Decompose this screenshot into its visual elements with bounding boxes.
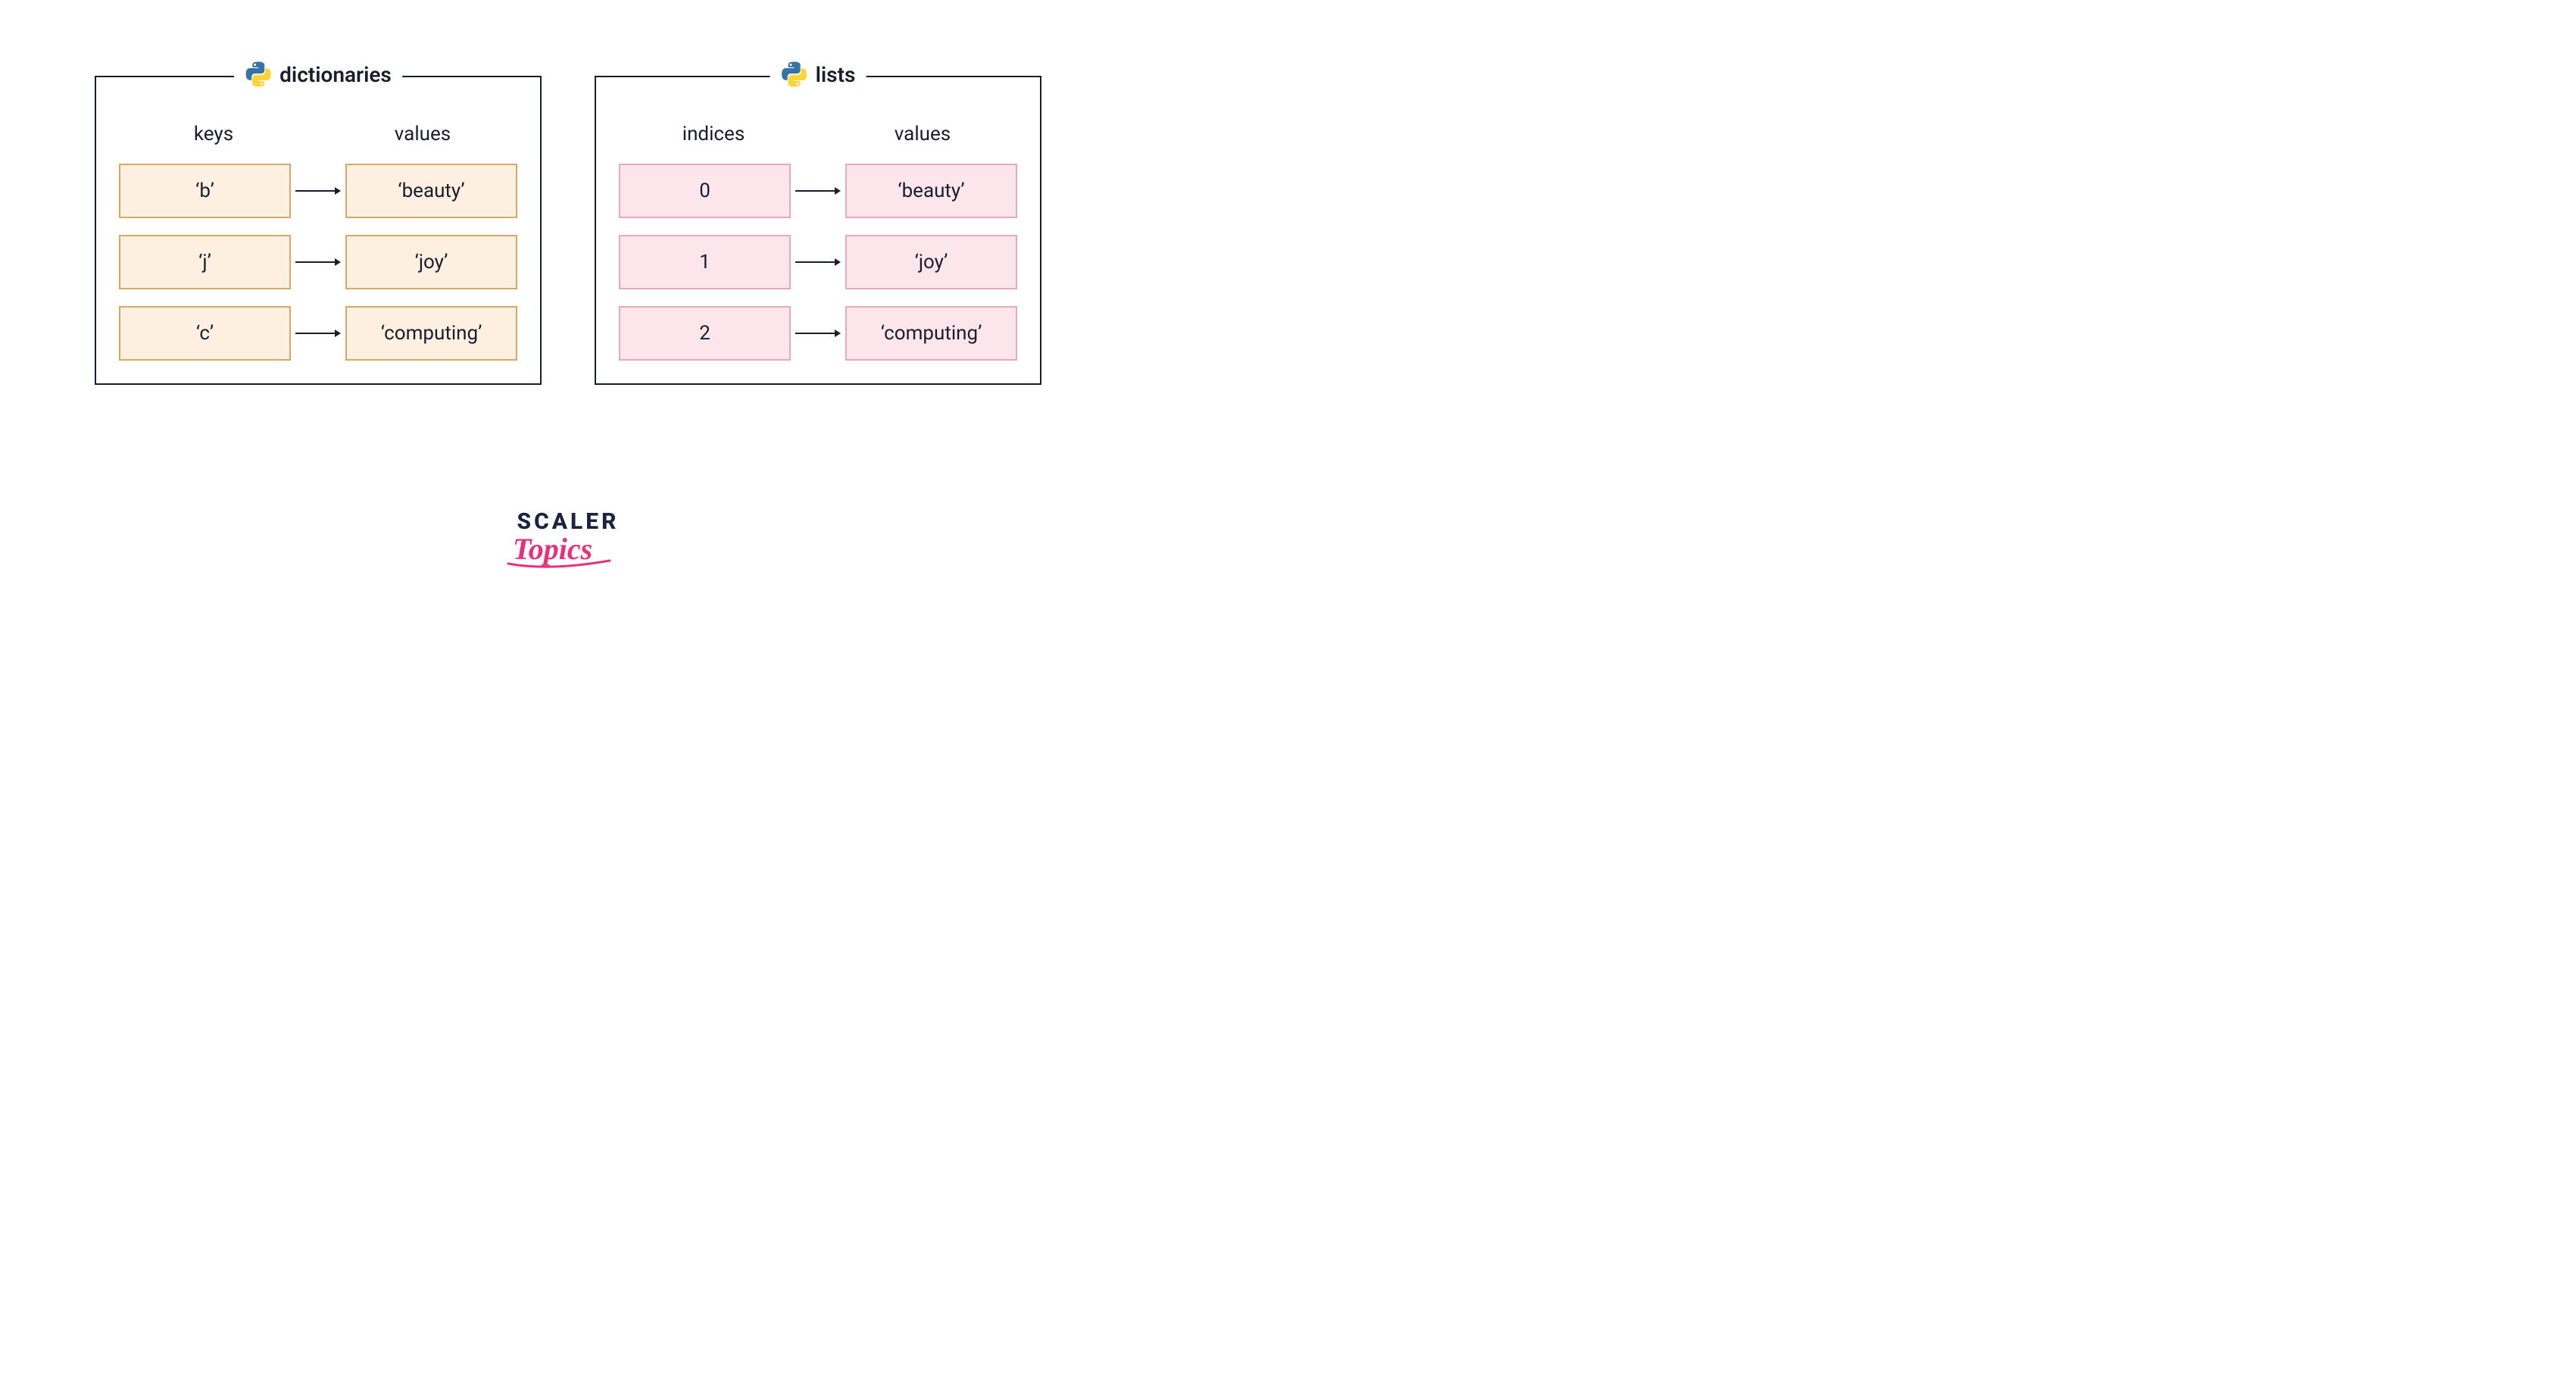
arrow-icon: [295, 190, 341, 192]
dict-key-cell: ‘j’: [119, 235, 291, 289]
dict-row: ‘j’ ‘joy’: [119, 235, 517, 289]
list-index-cell: 1: [619, 235, 791, 289]
logo-topics-text: Topics: [504, 530, 632, 572]
dict-value-cell: ‘computing’: [345, 306, 517, 361]
panel-legend-lists: lists: [770, 61, 866, 88]
python-logo-icon: [245, 61, 272, 88]
header-indices: indices: [626, 123, 801, 145]
arrow-icon: [295, 333, 341, 334]
list-value-cell: ‘computing’: [845, 306, 1017, 361]
arrow-icon: [795, 190, 841, 192]
list-value-cell: ‘joy’: [845, 235, 1017, 289]
header-keys: keys: [126, 123, 301, 145]
column-headers: indices values: [619, 123, 1017, 145]
scaler-topics-logo: SCALER Topics: [504, 508, 632, 572]
list-value-cell: ‘beauty’: [845, 164, 1017, 218]
arrow-icon: [295, 261, 341, 263]
panel-dictionaries: dictionaries keys values ‘b’ ‘beauty’ ‘j…: [95, 76, 542, 385]
panel-legend-dictionaries: dictionaries: [234, 61, 402, 88]
dict-key-cell: ‘b’: [119, 164, 291, 218]
header-values: values: [336, 123, 510, 145]
header-values: values: [835, 123, 1010, 145]
list-row: 2 ‘computing’: [619, 306, 1017, 361]
column-headers: keys values: [119, 123, 517, 145]
list-index-cell: 2: [619, 306, 791, 361]
panel-title: dictionaries: [279, 62, 392, 87]
diagram-panels: dictionaries keys values ‘b’ ‘beauty’ ‘j…: [0, 0, 1136, 415]
logo-scaler-text: SCALER: [504, 508, 632, 535]
dict-value-cell: ‘beauty’: [345, 164, 517, 218]
arrow-icon: [795, 333, 841, 334]
python-logo-icon: [781, 61, 808, 88]
dict-key-cell: ‘c’: [119, 306, 291, 361]
svg-text:Topics: Topics: [513, 532, 592, 566]
dict-value-cell: ‘joy’: [345, 235, 517, 289]
dict-row: ‘c’ ‘computing’: [119, 306, 517, 361]
list-row: 0 ‘beauty’: [619, 164, 1017, 218]
panel-lists: lists indices values 0 ‘beauty’ 1 ‘joy’ …: [595, 76, 1041, 385]
list-index-cell: 0: [619, 164, 791, 218]
dict-row: ‘b’ ‘beauty’: [119, 164, 517, 218]
list-row: 1 ‘joy’: [619, 235, 1017, 289]
arrow-icon: [795, 261, 841, 263]
panel-title: lists: [816, 62, 856, 87]
